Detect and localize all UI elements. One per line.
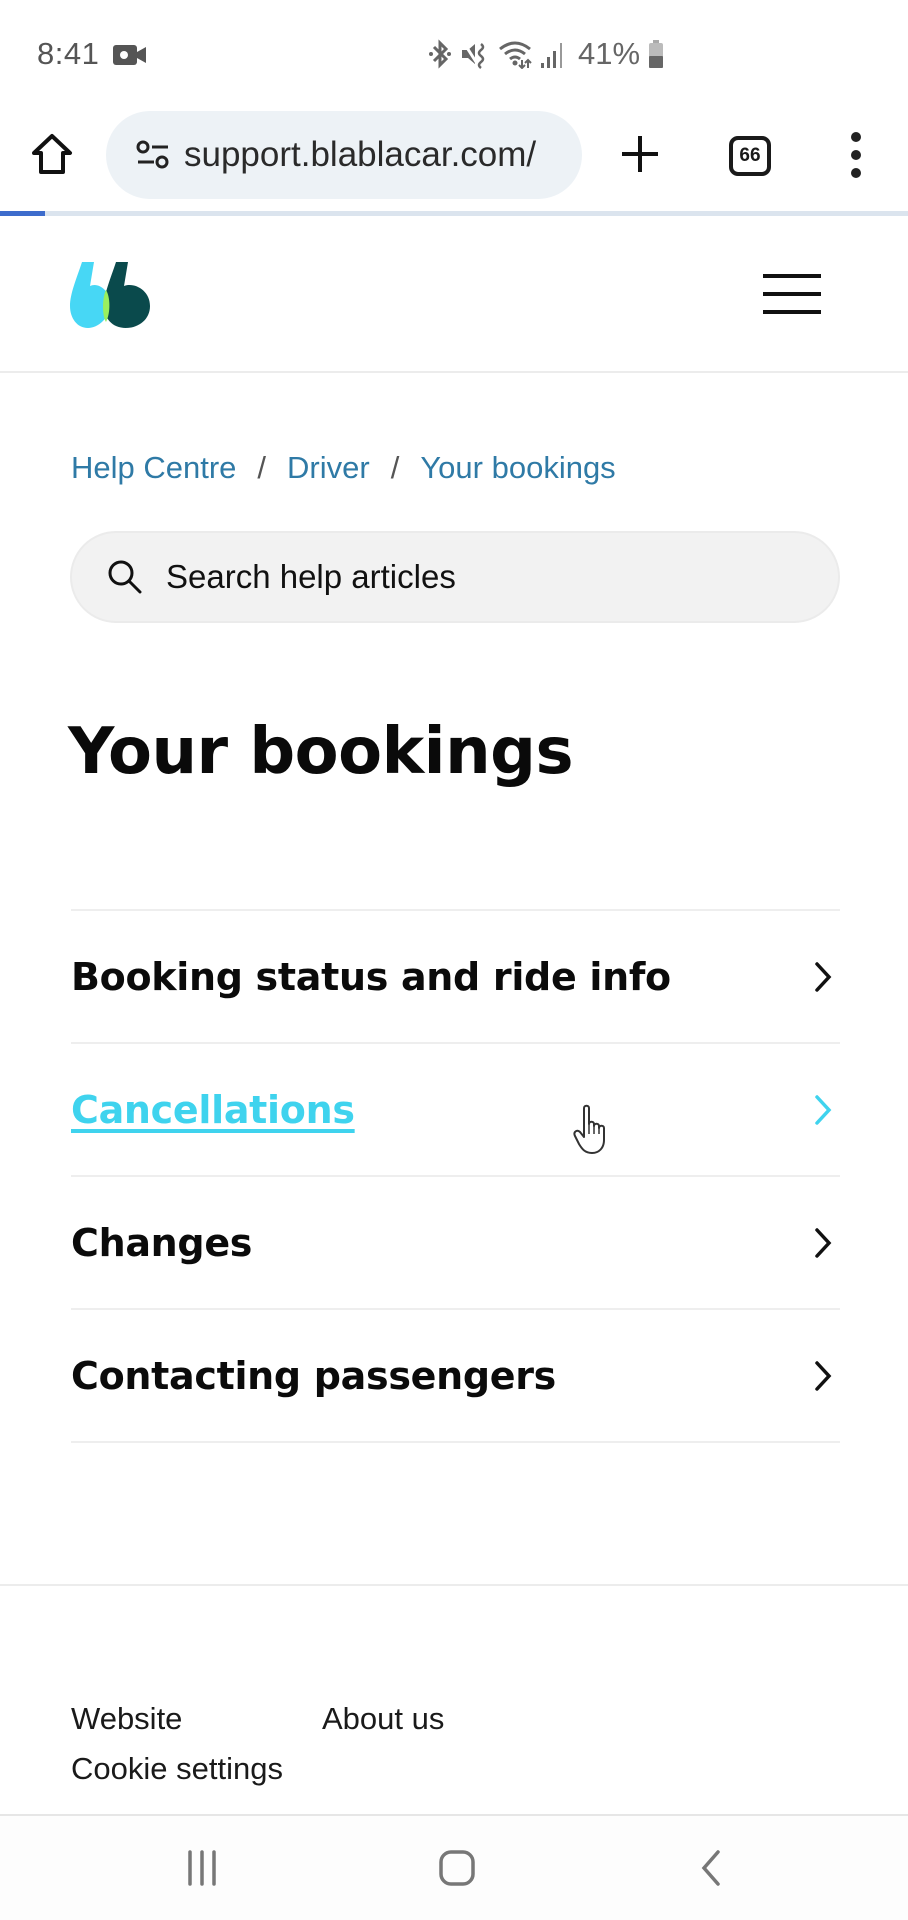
- site-header: [0, 216, 908, 373]
- wifi-icon: [499, 41, 532, 69]
- page-title: Your bookings: [68, 715, 574, 789]
- status-bar: 8:41 41%: [0, 0, 908, 100]
- address-bar[interactable]: support.blablacar.com/: [106, 111, 582, 199]
- more-vertical-icon[interactable]: [836, 130, 876, 180]
- breadcrumb-separator: /: [390, 450, 400, 485]
- plus-icon[interactable]: [616, 130, 664, 178]
- blablacar-logo[interactable]: [68, 260, 152, 330]
- hamburger-line: [763, 310, 821, 314]
- breadcrumb: Help Centre / Driver / Your bookings: [71, 450, 616, 486]
- breadcrumb-separator: /: [257, 450, 267, 485]
- breadcrumb-help-centre[interactable]: Help Centre: [71, 450, 236, 486]
- search-input[interactable]: [166, 558, 766, 596]
- home-nav-icon[interactable]: [437, 1848, 477, 1888]
- dot: [851, 150, 861, 160]
- status-time: 8:41: [37, 36, 100, 71]
- hamburger-line: [763, 274, 821, 278]
- recent-apps-icon[interactable]: [184, 1848, 220, 1888]
- topic-list: Booking status and ride info Cancellatio…: [71, 909, 840, 1443]
- hamburger-line: [763, 292, 821, 296]
- chevron-right-icon: [815, 1360, 832, 1391]
- search-box[interactable]: [70, 531, 840, 623]
- home-icon: [32, 134, 72, 174]
- hand-cursor-icon: [573, 1104, 605, 1154]
- breadcrumb-your-bookings[interactable]: Your bookings: [420, 450, 615, 486]
- footer: Website About us Cookie settings: [0, 1584, 908, 1814]
- topic-booking-status[interactable]: Booking status and ride info: [71, 911, 840, 1044]
- status-icons: 41%: [428, 36, 664, 72]
- tab-switcher-button[interactable]: 66: [729, 136, 771, 176]
- signal-icon: [541, 43, 562, 68]
- dot: [851, 168, 861, 178]
- dot: [851, 132, 861, 142]
- browser-toolbar: support.blablacar.com/ 66: [0, 100, 908, 210]
- chevron-right-icon: [815, 1227, 832, 1258]
- chevron-right-icon: [815, 1094, 832, 1125]
- tune-icon[interactable]: [136, 140, 170, 170]
- breadcrumb-driver[interactable]: Driver: [287, 450, 370, 486]
- topic-changes[interactable]: Changes: [71, 1177, 840, 1310]
- screen-record-icon: [113, 45, 146, 65]
- topic-label: Contacting passengers: [71, 1353, 556, 1398]
- vibrate-mute-icon: [462, 42, 485, 69]
- bluetooth-icon: [429, 39, 451, 69]
- topic-label: Changes: [71, 1220, 253, 1265]
- topic-contacting-passengers[interactable]: Contacting passengers: [71, 1310, 840, 1443]
- footer-link-about-us[interactable]: About us: [322, 1701, 444, 1737]
- hamburger-icon[interactable]: [763, 274, 823, 314]
- chevron-right-icon: [815, 961, 832, 992]
- battery-icon: [649, 40, 664, 68]
- system-nav-bar: [0, 1814, 908, 1920]
- topic-cancellations[interactable]: Cancellations: [71, 1044, 840, 1177]
- back-icon[interactable]: [698, 1848, 724, 1888]
- tab-count: 66: [739, 145, 761, 166]
- battery-percent: 41%: [578, 36, 641, 71]
- url-text[interactable]: support.blablacar.com/: [184, 135, 536, 175]
- footer-link-cookie-settings[interactable]: Cookie settings: [71, 1751, 283, 1787]
- footer-link-website[interactable]: Website: [71, 1701, 182, 1737]
- topic-label: Cancellations: [71, 1087, 355, 1132]
- search-icon: [108, 560, 142, 594]
- home-button[interactable]: [28, 130, 76, 178]
- topic-label: Booking status and ride info: [71, 954, 671, 999]
